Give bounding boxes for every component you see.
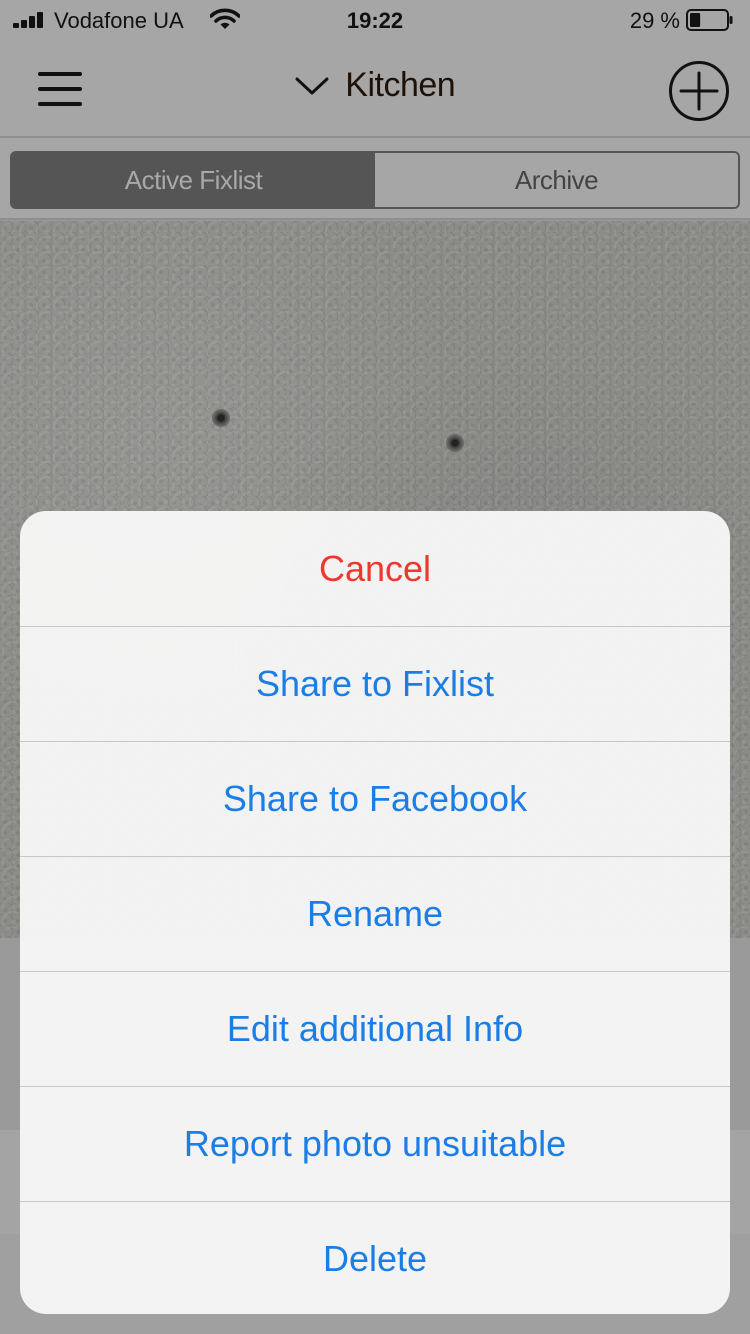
tab-active-fixlist[interactable]: Active Fixlist [12, 153, 375, 207]
screw-hole [446, 434, 464, 452]
share-to-fixlist-button[interactable]: Share to Fixlist [20, 626, 730, 741]
location-selector[interactable]: Kitchen [0, 66, 750, 105]
delete-button[interactable]: Delete [20, 1201, 730, 1314]
segment-bar: Active Fixlist Archive [0, 138, 750, 220]
page-title: Kitchen [345, 66, 456, 104]
screw-hole [212, 409, 230, 427]
status-bar: Vodafone UA 19:22 29 % [0, 0, 750, 40]
add-circle-icon[interactable] [668, 60, 730, 122]
chevron-down-icon [295, 77, 329, 94]
share-to-facebook-button[interactable]: Share to Facebook [20, 741, 730, 856]
battery-icon [686, 9, 733, 31]
cancel-button[interactable]: Cancel [20, 511, 730, 626]
action-sheet: Cancel Share to Fixlist Share to Faceboo… [20, 511, 730, 1314]
report-photo-button[interactable]: Report photo unsuitable [20, 1086, 730, 1201]
fixlist-segmented-control: Active Fixlist Archive [10, 151, 740, 209]
battery-percentage: 29 % [629, 8, 680, 33]
tab-archive[interactable]: Archive [375, 153, 738, 207]
edit-additional-info-button[interactable]: Edit additional Info [20, 971, 730, 1086]
navigation-bar: Kitchen [0, 40, 750, 138]
rename-button[interactable]: Rename [20, 856, 730, 971]
